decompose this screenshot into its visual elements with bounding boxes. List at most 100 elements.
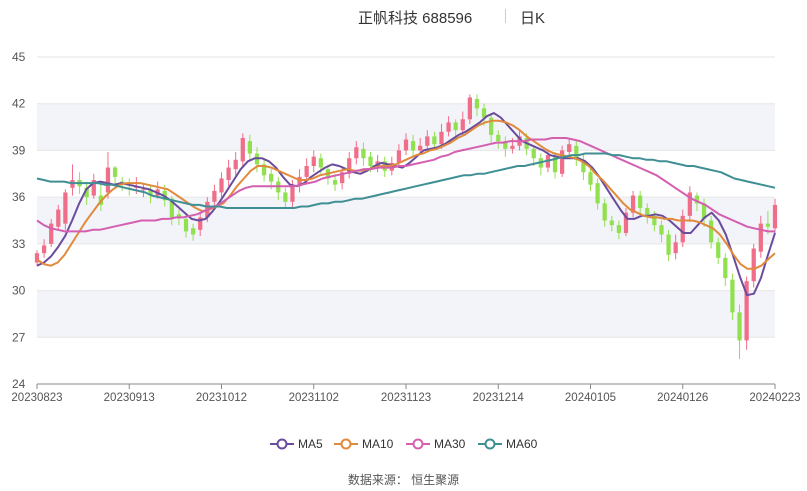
candle-body — [567, 144, 572, 152]
y-tick-label: 30 — [12, 284, 26, 298]
candle-body — [269, 173, 274, 182]
y-tick-label: 42 — [12, 97, 26, 111]
x-tick-label: 20240105 — [565, 392, 616, 404]
candlestick — [538, 153, 543, 176]
candle-body — [751, 248, 756, 282]
x-tick-label: 20231123 — [381, 392, 431, 404]
candle-body — [474, 99, 480, 109]
x-tick-label: 20240223 — [749, 392, 800, 404]
legend-marker-ma5 — [270, 438, 294, 450]
candlestick — [233, 151, 238, 176]
candle-body — [531, 148, 536, 159]
candle-body — [361, 148, 366, 159]
candlestick — [127, 178, 132, 196]
candle-body — [56, 209, 61, 227]
candle-body — [645, 208, 650, 216]
candle-body — [240, 137, 245, 162]
candle-body — [318, 158, 323, 168]
y-tick-label: 24 — [12, 377, 26, 391]
candle-body — [332, 180, 338, 185]
legend-label-ma5: MA5 — [298, 437, 323, 451]
candle-body — [219, 178, 224, 193]
legend: MA5 MA10 MA30 MA60 — [0, 434, 807, 454]
candlestick — [723, 253, 728, 286]
x-tick-label: 20240126 — [657, 392, 708, 404]
legend-marker-ma10 — [334, 438, 358, 450]
legend-item-ma30[interactable]: MA30 — [406, 434, 465, 454]
candle-body — [368, 156, 373, 166]
candle-body — [425, 136, 430, 146]
candle-body — [410, 141, 416, 151]
candlestick — [666, 229, 671, 261]
candle-body — [446, 122, 451, 132]
y-tick-label: 39 — [12, 143, 26, 157]
candle-body — [105, 167, 111, 193]
candle-body — [659, 225, 664, 235]
candlestick — [112, 166, 118, 185]
x-tick-label: 20231102 — [289, 392, 339, 404]
candle-body — [765, 223, 771, 227]
legend-marker-ma30 — [406, 438, 430, 450]
candle-body — [432, 136, 437, 145]
kline-chart: 24 27 30 33 36 39 42 45 20230823 20230913 2023101… — [11, 50, 801, 404]
candle-body — [354, 147, 359, 159]
candle-body — [290, 186, 295, 202]
x-tick-label: 20230823 — [11, 392, 62, 404]
candlestick — [91, 173, 96, 199]
candle-body — [283, 192, 288, 202]
candle-body — [666, 234, 671, 255]
legend-label-ma10: MA10 — [362, 437, 394, 451]
candle-body — [311, 156, 316, 166]
data-source: 数据来源： 恒生聚源 — [347, 473, 460, 487]
candle-body — [602, 203, 607, 221]
candle-body — [737, 312, 742, 341]
candle-body — [49, 223, 54, 244]
candle-body — [453, 122, 458, 131]
legend-label-ma60: MA60 — [506, 437, 538, 451]
y-tick-label: 45 — [12, 50, 26, 64]
candlestick — [261, 158, 267, 182]
legend-marker-ma60 — [478, 438, 502, 450]
candle-body — [247, 141, 253, 154]
candle-body — [616, 225, 622, 233]
legend-item-ma5[interactable]: MA5 — [270, 434, 323, 454]
candle-body — [496, 134, 501, 142]
x-tick-label: 20231214 — [473, 392, 525, 404]
candlestick — [737, 304, 742, 360]
candle-body — [772, 204, 778, 229]
y-tick-label: 33 — [12, 237, 26, 251]
candle-body — [112, 167, 118, 177]
legend-item-ma10[interactable]: MA10 — [334, 434, 393, 454]
candle-body — [673, 242, 678, 254]
candle-body — [559, 150, 565, 174]
candle-body — [716, 242, 721, 258]
candle-body — [709, 220, 714, 243]
y-axis: 24 27 30 33 36 39 42 45 — [12, 50, 26, 391]
candle-body — [403, 139, 409, 151]
candle-body — [510, 145, 515, 149]
x-tick-label: 20230913 — [104, 392, 155, 404]
y-tick-label: 27 — [12, 330, 26, 344]
candle-body — [595, 183, 600, 204]
candle-body — [396, 150, 402, 163]
candle-body — [609, 220, 614, 226]
candle-body — [183, 218, 189, 232]
legend-item-ma60[interactable]: MA60 — [478, 434, 537, 454]
candle-body — [190, 228, 196, 235]
candlestick — [559, 145, 565, 177]
candle-body — [233, 159, 238, 170]
candlestick — [751, 243, 756, 288]
candlestick — [219, 172, 224, 198]
candle-body — [141, 189, 146, 191]
candle-body — [467, 97, 472, 120]
candle-body — [212, 190, 217, 202]
candle-body — [63, 192, 68, 224]
x-axis: 20230823 20230913 20231012 20231102 20231123… — [11, 383, 801, 404]
candlestick — [744, 276, 749, 350]
candle-body — [638, 195, 643, 209]
candle-body — [588, 172, 593, 185]
candlestick — [70, 164, 75, 196]
candle-body — [418, 145, 423, 151]
candlestick — [141, 183, 146, 198]
candle-body — [41, 245, 47, 254]
